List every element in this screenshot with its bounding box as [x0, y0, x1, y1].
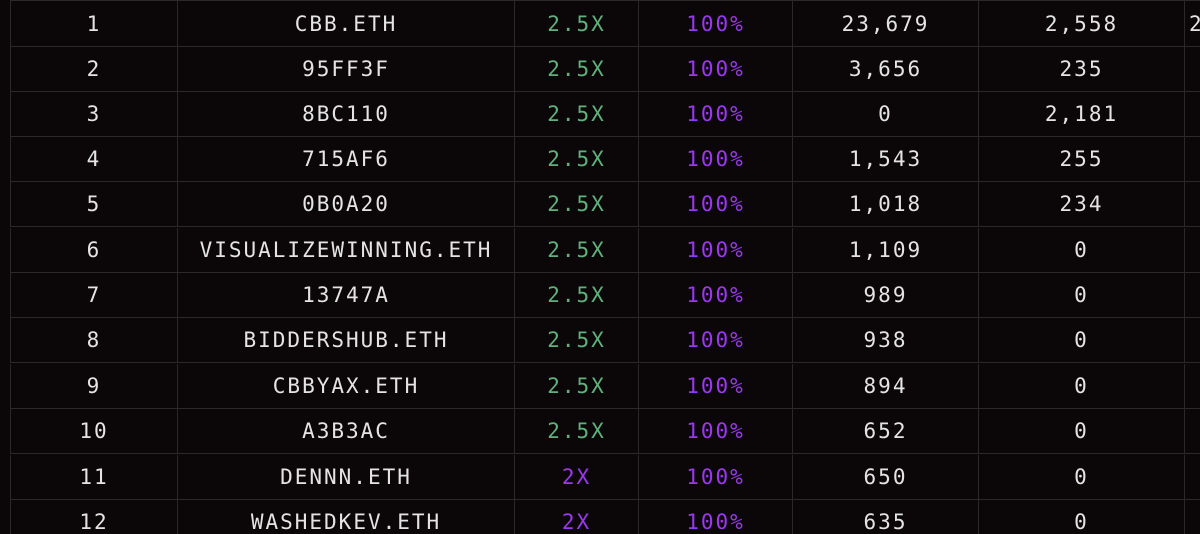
name-cell: BIDDERSHUB.ETH [177, 318, 514, 362]
name-cell: 13747A [177, 273, 514, 317]
rank-cell: 5 [10, 182, 177, 226]
percent-cell: 100% [638, 409, 792, 453]
percent-cell: 100% [638, 500, 792, 534]
value-cell-2: 0 [978, 364, 1184, 408]
table-row[interactable]: 5 0B0A20 2.5X 100% 1,018 234 [10, 182, 1200, 227]
multiplier-cell: 2.5X [514, 92, 638, 136]
percent-cell: 100% [638, 455, 792, 499]
table-row[interactable]: 1CBB.ETH2.5X100%23,6792,5582 [10, 0, 1200, 47]
value-cell-1: 23,679 [792, 1, 978, 46]
multiplier-cell: 2.5X [514, 182, 638, 226]
name-cell: A3B3AC [177, 409, 514, 453]
percent-cell: 100% [638, 1, 792, 46]
value-cell-3 [1184, 137, 1200, 181]
rank-cell: 6 [10, 228, 177, 272]
table-row[interactable]: 4 715AF6 2.5X 100% 1,543 255 [10, 137, 1200, 182]
table-row[interactable]: 11 DENNN.ETH 2X 100% 650 0 [10, 455, 1200, 500]
name-cell: 95FF3F [177, 47, 514, 91]
rank-cell: 4 [10, 137, 177, 181]
value-cell-3 [1184, 182, 1200, 226]
percent-cell: 100% [638, 228, 792, 272]
value-cell-3 [1184, 318, 1200, 362]
multiplier-cell: 2.5X [514, 364, 638, 408]
percent-cell: 100% [638, 318, 792, 362]
name-cell: 8BC110 [177, 92, 514, 136]
value-cell-1: 894 [792, 364, 978, 408]
value-cell-2: 235 [978, 47, 1184, 91]
value-cell-3: 2 [1184, 1, 1200, 46]
multiplier-cell: 2X [514, 455, 638, 499]
name-cell: VISUALIZEWINNING.ETH [177, 228, 514, 272]
percent-cell: 100% [638, 273, 792, 317]
value-cell-2: 255 [978, 137, 1184, 181]
percent-cell: 100% [638, 364, 792, 408]
rank-cell: 10 [10, 409, 177, 453]
name-cell: 715AF6 [177, 137, 514, 181]
multiplier-cell: 2.5X [514, 137, 638, 181]
value-cell-2: 0 [978, 409, 1184, 453]
value-cell-1: 0 [792, 92, 978, 136]
table-row[interactable]: 12 WASHEDKEV.ETH 2X 100% 635 0 [10, 500, 1200, 534]
value-cell-1: 652 [792, 409, 978, 453]
value-cell-3 [1184, 364, 1200, 408]
rank-cell: 3 [10, 92, 177, 136]
multiplier-cell: 2.5X [514, 47, 638, 91]
table-row[interactable]: 2 95FF3F 2.5X 100% 3,656 235 [10, 47, 1200, 92]
percent-cell: 100% [638, 92, 792, 136]
name-cell: DENNN.ETH [177, 455, 514, 499]
value-cell-3 [1184, 500, 1200, 534]
table-row[interactable]: 3 8BC110 2.5X 100% 0 2,181 [10, 92, 1200, 137]
name-cell: 0B0A20 [177, 182, 514, 226]
value-cell-3 [1184, 92, 1200, 136]
value-cell-1: 3,656 [792, 47, 978, 91]
name-cell: WASHEDKEV.ETH [177, 500, 514, 534]
value-cell-1: 989 [792, 273, 978, 317]
table-row[interactable]: 6 VISUALIZEWINNING.ETH 2.5X 100% 1,109 0 [10, 228, 1200, 273]
rank-cell: 2 [10, 47, 177, 91]
value-cell-2: 0 [978, 273, 1184, 317]
value-cell-1: 1,543 [792, 137, 978, 181]
rank-cell: 9 [10, 364, 177, 408]
value-cell-1: 1,109 [792, 228, 978, 272]
value-cell-1: 938 [792, 318, 978, 362]
multiplier-cell: 2.5X [514, 228, 638, 272]
value-cell-2: 0 [978, 500, 1184, 534]
value-cell-3 [1184, 47, 1200, 91]
rank-cell: 7 [10, 273, 177, 317]
rank-cell: 1 [10, 1, 177, 46]
value-cell-2: 2,558 [978, 1, 1184, 46]
table-row[interactable]: 10 A3B3AC 2.5X 100% 652 0 [10, 409, 1200, 454]
value-cell-1: 635 [792, 500, 978, 534]
multiplier-cell: 2.5X [514, 273, 638, 317]
value-cell-2: 234 [978, 182, 1184, 226]
percent-cell: 100% [638, 182, 792, 226]
name-cell: CBB.ETH [177, 1, 514, 46]
multiplier-cell: 2.5X [514, 318, 638, 362]
value-cell-3 [1184, 228, 1200, 272]
multiplier-cell: 2X [514, 500, 638, 534]
value-cell-3 [1184, 273, 1200, 317]
value-cell-3 [1184, 409, 1200, 453]
rank-cell: 11 [10, 455, 177, 499]
value-cell-1: 1,018 [792, 182, 978, 226]
percent-cell: 100% [638, 47, 792, 91]
value-cell-2: 0 [978, 228, 1184, 272]
leaderboard-table: 1CBB.ETH2.5X100%23,6792,5582295FF3F2.5X1… [0, 0, 1200, 534]
value-cell-2: 0 [978, 318, 1184, 362]
rank-cell: 8 [10, 318, 177, 362]
value-cell-2: 2,181 [978, 92, 1184, 136]
table-row[interactable]: 9 CBBYAX.ETH 2.5X 100% 894 0 [10, 364, 1200, 409]
multiplier-cell: 2.5X [514, 409, 638, 453]
value-cell-1: 650 [792, 455, 978, 499]
multiplier-cell: 2.5X [514, 1, 638, 46]
rank-cell: 12 [10, 500, 177, 534]
value-cell-3 [1184, 455, 1200, 499]
percent-cell: 100% [638, 137, 792, 181]
name-cell: CBBYAX.ETH [177, 364, 514, 408]
table-row[interactable]: 8 BIDDERSHUB.ETH 2.5X 100% 938 0 [10, 318, 1200, 363]
table-row[interactable]: 7 13747A 2.5X 100% 989 0 [10, 273, 1200, 318]
value-cell-2: 0 [978, 455, 1184, 499]
